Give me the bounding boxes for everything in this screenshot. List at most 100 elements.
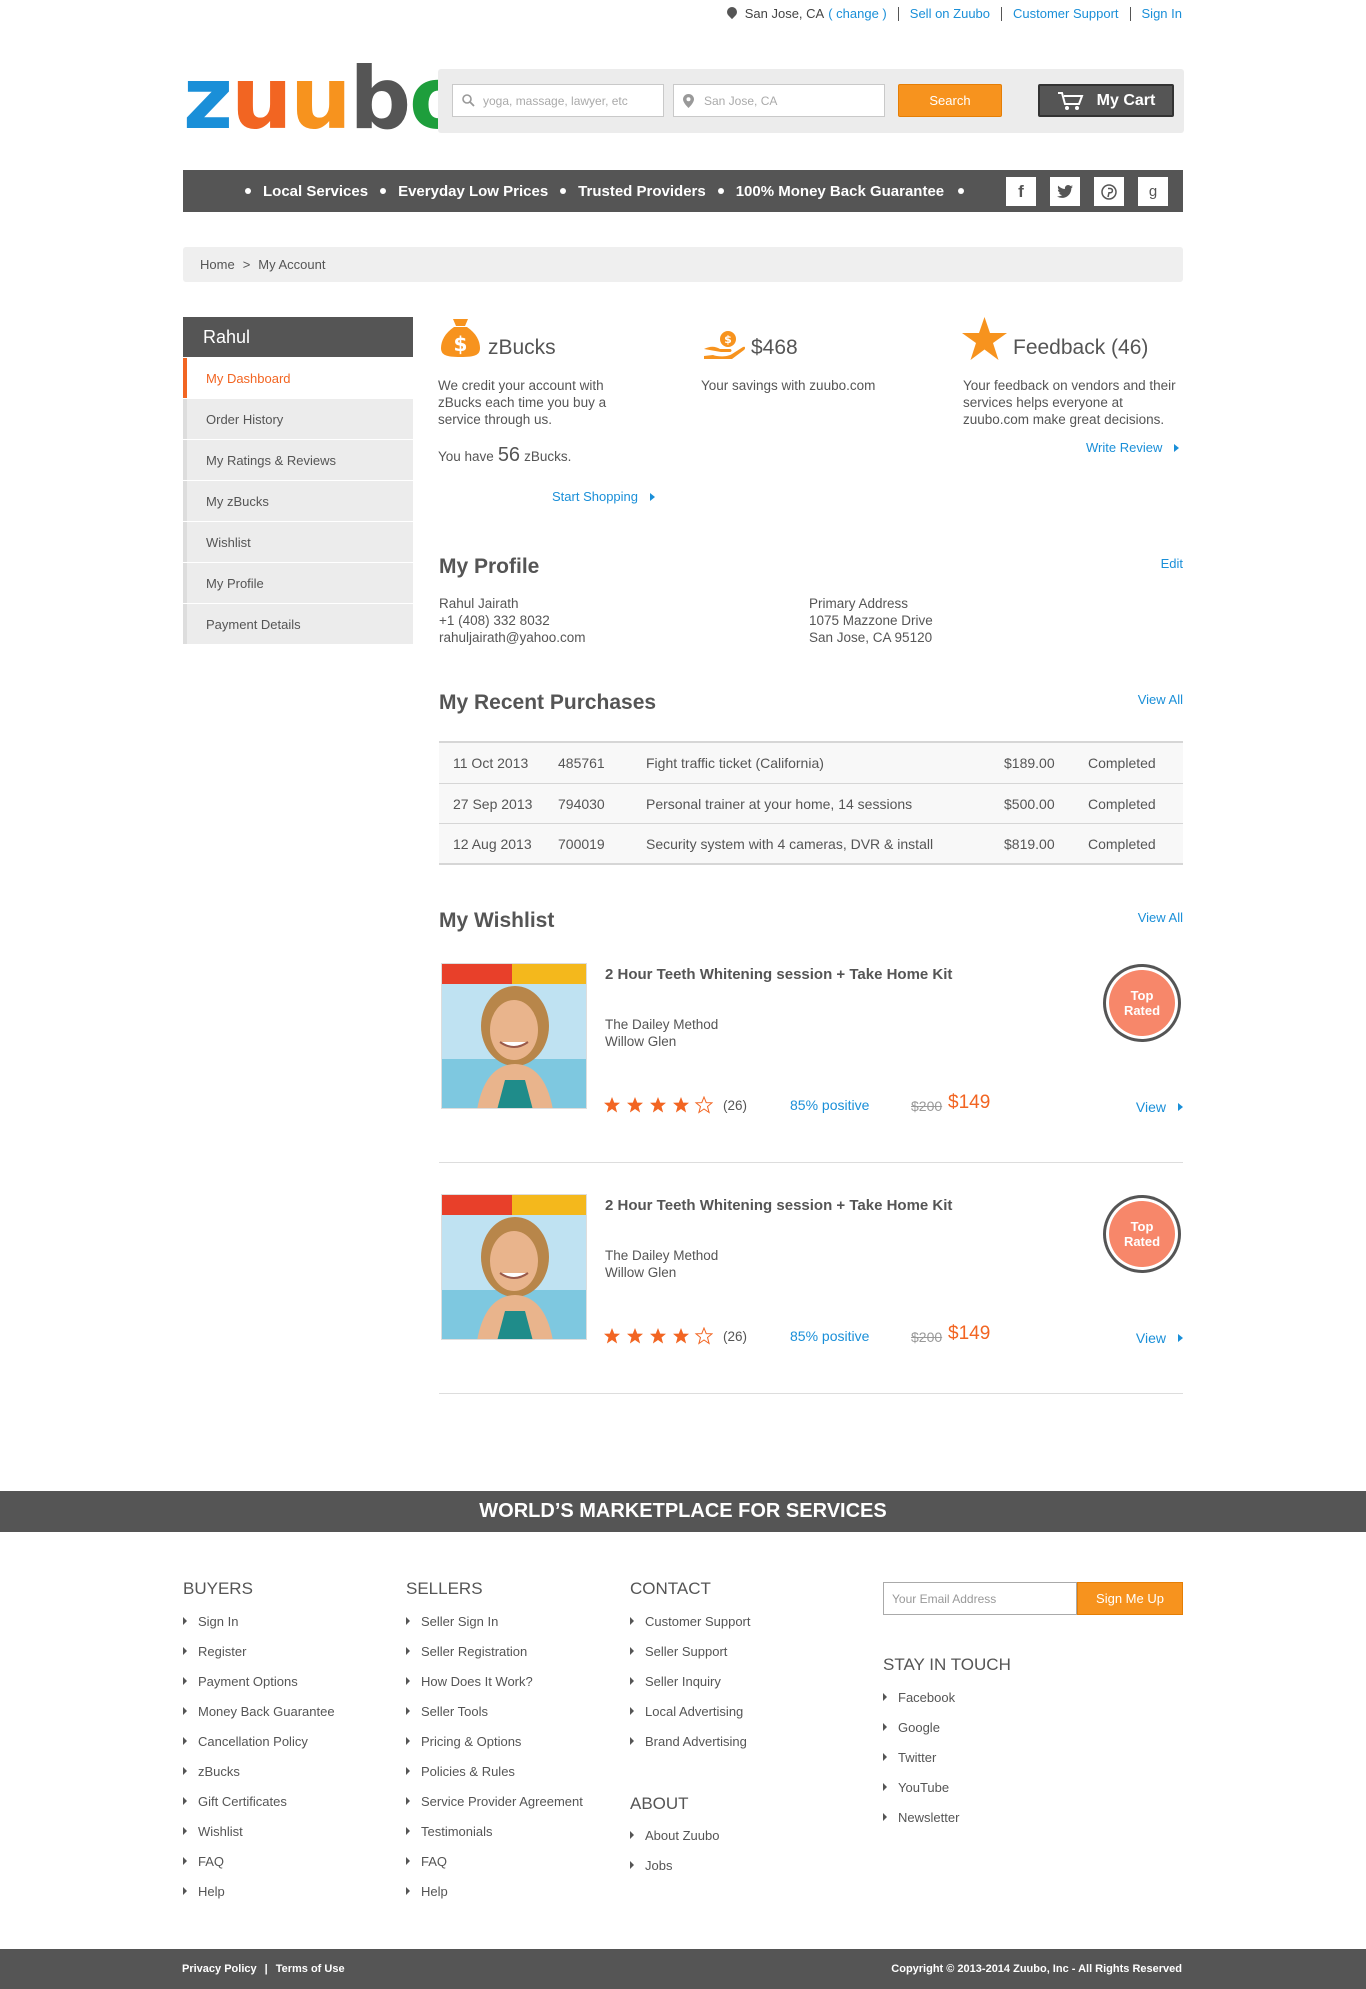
edit-profile-link[interactable]: Edit xyxy=(1161,556,1183,571)
positive-percentage[interactable]: 85% positive xyxy=(790,1097,869,1113)
newsletter-email-input[interactable]: Your Email Address xyxy=(883,1582,1077,1615)
wishlist-item-image[interactable] xyxy=(441,963,587,1109)
zbucks-balance: You have 56 zBucks. xyxy=(438,444,572,466)
wishlist-item-image[interactable] xyxy=(441,1194,587,1340)
sidebar-item-wishlist[interactable]: Wishlist xyxy=(183,522,413,562)
purchases-view-all-link[interactable]: View All xyxy=(1138,692,1183,707)
location-search-input[interactable]: San Jose, CA xyxy=(673,84,885,117)
twitter-icon[interactable] xyxy=(1050,177,1080,206)
footer-link[interactable]: Twitter xyxy=(883,1742,959,1772)
sidebar-item-order-history[interactable]: Order History xyxy=(183,399,413,439)
cart-icon xyxy=(1057,91,1084,110)
footer-link[interactable]: Newsletter xyxy=(883,1802,959,1832)
sell-link[interactable]: Sell on Zuubo xyxy=(910,6,990,21)
sidebar-item-payment-details[interactable]: Payment Details xyxy=(183,604,413,644)
footer-link[interactable]: Money Back Guarantee xyxy=(183,1696,335,1726)
footer-link[interactable]: Local Advertising xyxy=(630,1696,751,1726)
footer-link[interactable]: YouTube xyxy=(883,1772,959,1802)
footer-link[interactable]: zBucks xyxy=(183,1756,335,1786)
arrow-right-icon xyxy=(1178,1103,1183,1111)
my-cart-button[interactable]: My Cart xyxy=(1038,84,1174,117)
pinterest-icon[interactable] xyxy=(1094,177,1124,206)
footer-link[interactable]: FAQ xyxy=(183,1846,335,1876)
facebook-icon[interactable]: f xyxy=(1006,177,1036,206)
wishlist-item-title[interactable]: 2 Hour Teeth Whitening session + Take Ho… xyxy=(605,966,952,983)
bullet-arrow-icon xyxy=(406,1677,410,1685)
breadcrumb-home[interactable]: Home xyxy=(200,257,235,272)
bullet-arrow-icon xyxy=(183,1707,187,1715)
footer-link[interactable]: Seller Sign In xyxy=(406,1606,583,1636)
terms-of-use-link[interactable]: Terms of Use xyxy=(276,1963,345,1975)
svg-text:Rated: Rated xyxy=(1124,1234,1160,1249)
purchases-table: 11 Oct 2013 485761 Fight traffic ticket … xyxy=(439,741,1183,865)
footer-link[interactable]: How Does It Work? xyxy=(406,1666,583,1696)
address-line2: San Jose, CA 95120 xyxy=(809,630,933,645)
start-shopping-link[interactable]: Start Shopping xyxy=(552,489,656,504)
footer-link[interactable]: Seller Tools xyxy=(406,1696,583,1726)
logo-letter: b xyxy=(349,49,412,149)
footer-link[interactable]: Help xyxy=(406,1876,583,1906)
service-search-placeholder: yoga, massage, lawyer, etc xyxy=(483,93,628,108)
bullet-arrow-icon xyxy=(630,1617,634,1625)
footer-link[interactable]: Seller Support xyxy=(630,1636,751,1666)
feedback-title: Feedback (46) xyxy=(1013,336,1149,359)
bullet xyxy=(958,188,965,194)
footer-link[interactable]: Cancellation Policy xyxy=(183,1726,335,1756)
positive-percentage[interactable]: 85% positive xyxy=(790,1328,869,1344)
sidebar-item-dashboard[interactable]: My Dashboard xyxy=(183,358,413,398)
sidebar-item-profile[interactable]: My Profile xyxy=(183,563,413,603)
wishlist-view-all-link[interactable]: View All xyxy=(1138,910,1183,925)
footer-link[interactable]: Customer Support xyxy=(630,1606,751,1636)
table-row[interactable]: 27 Sep 2013 794030 Personal trainer at y… xyxy=(439,783,1183,823)
footer-link[interactable]: Payment Options xyxy=(183,1666,335,1696)
copyright: Copyright © 2013-2014 Zuubo, Inc - All R… xyxy=(891,1963,1182,1975)
svg-text:$: $ xyxy=(454,332,468,356)
buyers-heading: BUYERS xyxy=(183,1579,253,1598)
location-pin-icon xyxy=(683,94,694,108)
wishlist-item-title[interactable]: 2 Hour Teeth Whitening session + Take Ho… xyxy=(605,1197,952,1214)
footer-link[interactable]: About Zuubo xyxy=(630,1820,719,1850)
view-item-link[interactable]: View xyxy=(1136,1099,1183,1115)
bullet xyxy=(380,188,387,194)
star-icon xyxy=(962,317,1007,360)
footer-link[interactable]: Sign In xyxy=(183,1606,335,1636)
footer-link[interactable]: Service Provider Agreement xyxy=(406,1786,583,1816)
table-row[interactable]: 12 Aug 2013 700019 Security system with … xyxy=(439,823,1183,863)
view-item-link[interactable]: View xyxy=(1136,1330,1183,1346)
footer-link[interactable]: Testimonials xyxy=(406,1816,583,1846)
zuubo-logo[interactable]: zuubo xyxy=(183,49,468,149)
footer-link[interactable]: Pricing & Options xyxy=(406,1726,583,1756)
sidebar-item-zbucks[interactable]: My zBucks xyxy=(183,481,413,521)
sidebar-item-ratings-reviews[interactable]: My Ratings & Reviews xyxy=(183,440,413,480)
table-row[interactable]: 11 Oct 2013 485761 Fight traffic ticket … xyxy=(439,743,1183,783)
sign-in-link[interactable]: Sign In xyxy=(1142,6,1182,21)
search-button[interactable]: Search xyxy=(898,84,1002,117)
privacy-policy-link[interactable]: Privacy Policy xyxy=(182,1963,257,1975)
zbucks-title: zBucks xyxy=(488,336,556,359)
footer-link[interactable]: Help xyxy=(183,1876,335,1906)
footer-link[interactable]: Register xyxy=(183,1636,335,1666)
sign-me-up-button[interactable]: Sign Me Up xyxy=(1077,1582,1183,1615)
footer-link[interactable]: Policies & Rules xyxy=(406,1756,583,1786)
footer-link[interactable]: Facebook xyxy=(883,1682,959,1712)
footer-link[interactable]: Gift Certificates xyxy=(183,1786,335,1816)
footer-link[interactable]: Wishlist xyxy=(183,1816,335,1846)
footer-link[interactable]: FAQ xyxy=(406,1846,583,1876)
savings-hand-icon: $ xyxy=(704,331,745,359)
write-review-link[interactable]: Write Review xyxy=(1086,440,1180,455)
divider: | xyxy=(264,1963,268,1975)
change-location-link[interactable]: ( change ) xyxy=(828,6,887,21)
service-search-input[interactable]: yoga, massage, lawyer, etc xyxy=(452,84,664,117)
footer-link[interactable]: Google xyxy=(883,1712,959,1742)
footer-link[interactable]: Seller Registration xyxy=(406,1636,583,1666)
top-rated-badge: Top Rated xyxy=(1103,964,1181,1042)
account-sidebar: Rahul My Dashboard Order History My Rati… xyxy=(183,317,413,644)
bullet-arrow-icon xyxy=(406,1857,410,1865)
customer-support-link[interactable]: Customer Support xyxy=(1013,6,1119,21)
arrow-right-icon xyxy=(1178,1334,1183,1342)
footer-link[interactable]: Brand Advertising xyxy=(630,1726,751,1756)
footer-link[interactable]: Seller Inquiry xyxy=(630,1666,751,1696)
purchase-amount: $500.00 xyxy=(1004,795,1055,812)
footer-link[interactable]: Jobs xyxy=(630,1850,719,1880)
google-icon[interactable]: g xyxy=(1138,177,1168,206)
